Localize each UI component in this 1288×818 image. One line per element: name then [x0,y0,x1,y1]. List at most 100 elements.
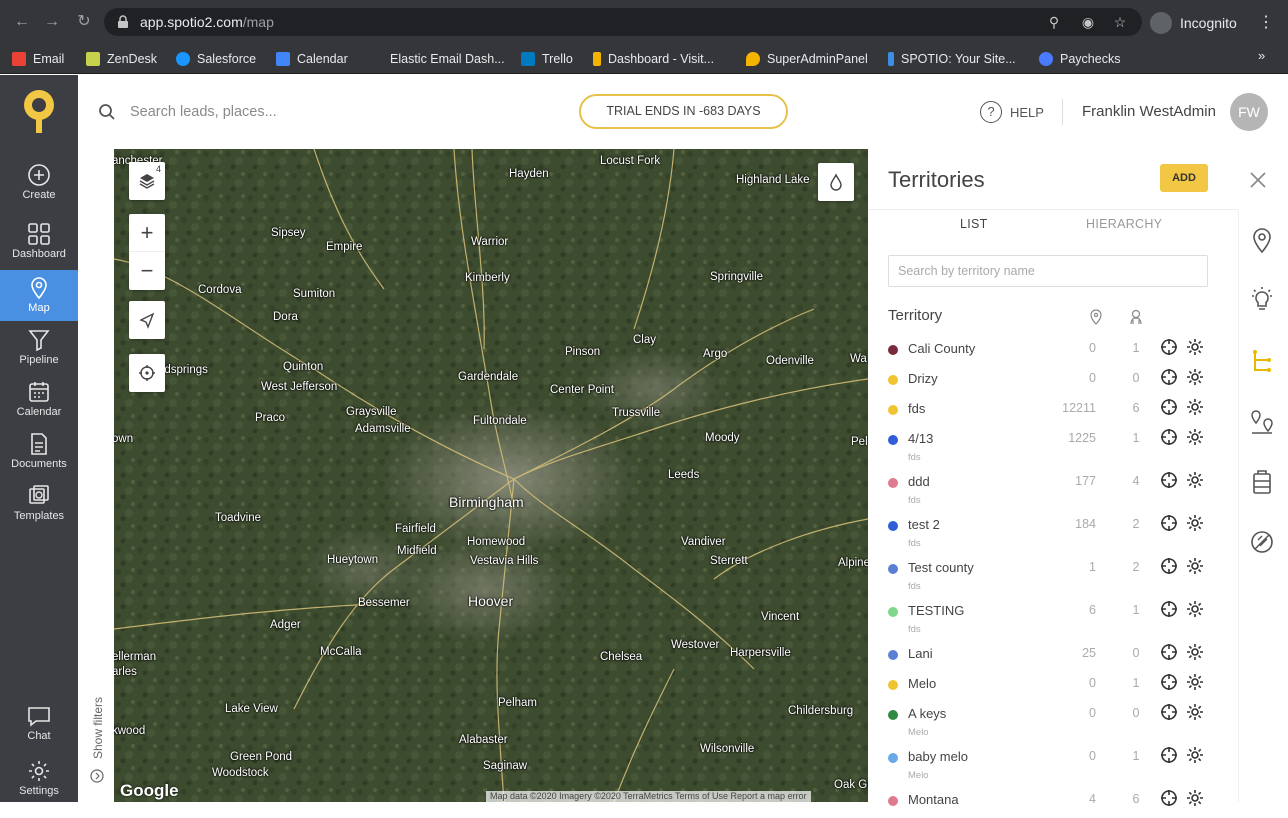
bookmark-dashboard[interactable]: Dashboard - Visit... [593,48,714,70]
locate-territory-icon[interactable] [1159,337,1179,357]
close-icon[interactable] [1246,168,1270,192]
territory-settings-icon[interactable] [1185,788,1205,808]
map-attribution[interactable]: Map data ©2020 Imagery ©2020 TerraMetric… [486,791,811,802]
territory-row[interactable]: ddd fds 177 4 [868,470,1238,506]
locate-territory-icon[interactable] [1159,470,1179,490]
show-filters-strip[interactable]: Show filters [79,149,114,802]
territory-user-count: 1 [1132,341,1140,355]
territory-row[interactable]: Lani 25 0 [868,642,1238,672]
bookmark-zendesk[interactable]: ZenDesk [86,48,157,70]
zoom-in-button[interactable]: + [129,214,165,252]
territory-settings-icon[interactable] [1185,367,1205,387]
reload-icon[interactable]: ↻ [74,12,94,32]
key-icon[interactable]: ⚲ [1046,14,1062,30]
nav-create[interactable]: Create [0,159,78,211]
nav-settings[interactable]: Settings [0,755,78,807]
locate-territory-icon[interactable] [1159,397,1179,417]
help-button[interactable]: ? HELP [980,101,1044,123]
territory-row[interactable]: A keys Melo 0 0 [868,702,1238,738]
locate-territory-icon[interactable] [1159,427,1179,447]
spotio-logo-icon[interactable] [22,89,56,135]
bookmark-elastic[interactable]: Elastic Email Dash... [390,48,505,70]
locate-territory-icon[interactable] [1159,672,1179,692]
territory-settings-icon[interactable] [1185,642,1205,662]
territory-row[interactable]: baby melo Melo 0 1 [868,745,1238,781]
map-label: Sumiton [293,288,336,300]
territory-search-input[interactable] [888,255,1208,287]
territory-row[interactable]: TESTING fds 6 1 [868,599,1238,635]
heatmap-button[interactable] [818,163,854,201]
territory-name: Melo [908,676,937,691]
location-pin-icon[interactable] [1248,226,1276,254]
territory-settings-icon[interactable] [1185,427,1205,447]
locate-territory-icon[interactable] [1159,702,1179,722]
browser-menu-icon[interactable]: ⋮ [1258,12,1274,32]
bookmark-trello[interactable]: Trello [521,48,573,70]
nav-templates[interactable]: Templates [0,480,78,532]
nav-map[interactable]: Map [0,270,78,321]
territory-row[interactable]: Montana 4 6 [868,788,1238,818]
territory-settings-icon[interactable] [1185,470,1205,490]
hierarchy-icon[interactable] [1248,348,1276,376]
back-icon[interactable]: ← [12,12,32,32]
zendesk-icon [86,52,100,66]
clipboard-stack-icon[interactable] [1248,468,1276,496]
territory-settings-icon[interactable] [1185,556,1205,576]
user-name[interactable]: Franklin WestAdmin [1082,103,1216,120]
locate-territory-icon[interactable] [1159,556,1179,576]
locate-territory-icon[interactable] [1159,788,1179,808]
territory-settings-icon[interactable] [1185,397,1205,417]
no-sign-icon[interactable] [1248,528,1276,556]
locate-territory-icon[interactable] [1159,513,1179,533]
territory-row[interactable]: test 2 fds 184 2 [868,513,1238,549]
global-search-input[interactable] [130,101,430,123]
territory-settings-icon[interactable] [1185,513,1205,533]
bookmark-email[interactable]: Email [12,48,64,70]
territory-settings-icon[interactable] [1185,745,1205,765]
nav-calendar[interactable]: Calendar [0,376,78,428]
nav-dashboard[interactable]: Dashboard [0,218,78,270]
add-territory-button[interactable]: ADD [1160,164,1208,192]
territory-settings-icon[interactable] [1185,337,1205,357]
territory-row[interactable]: 4/13 fds 1225 1 [868,427,1238,463]
nav-pipeline[interactable]: Pipeline [0,324,78,376]
bookmark-calendar[interactable]: Calendar [276,48,348,70]
territory-settings-icon[interactable] [1185,702,1205,722]
trial-badge[interactable]: TRIAL ENDS IN -683 DAYS [579,94,788,129]
territory-row[interactable]: Cali County 0 1 [868,337,1238,367]
locate-me-button[interactable] [129,354,165,392]
locate-territory-icon[interactable] [1159,745,1179,765]
tab-hierarchy[interactable]: HIERARCHY [1086,217,1162,231]
bookmark-superadmin[interactable]: SuperAdminPanel [746,48,868,70]
territory-row[interactable]: Drizy 0 0 [868,367,1238,397]
chevron-right-circle-icon[interactable] [90,769,104,783]
territory-row[interactable]: fds 12211 6 [868,397,1238,427]
territory-settings-icon[interactable] [1185,599,1205,619]
nav-documents[interactable]: Documents [0,428,78,480]
route-pins-icon[interactable] [1248,408,1276,436]
incognito-badge[interactable]: Incognito [1150,11,1237,35]
tab-list[interactable]: LIST [960,217,988,231]
bookmark-spotio[interactable]: SPOTIO: Your Site... [888,48,1016,70]
zoom-out-button[interactable]: − [129,252,165,290]
bookmarks-overflow-icon[interactable]: » [1258,48,1265,63]
bookmark-paychecks[interactable]: Paychecks [1039,48,1120,70]
lightbulb-icon[interactable] [1248,286,1276,314]
avatar[interactable]: FW [1230,93,1268,131]
star-icon[interactable]: ☆ [1112,14,1128,30]
address-bar[interactable]: app.spotio2.com/map ⚲ ◉ ☆ [104,8,1142,36]
nav-chat[interactable]: Chat [0,700,78,752]
forward-icon[interactable]: → [42,12,62,32]
territory-row[interactable]: Melo 0 1 [868,672,1238,702]
territory-settings-icon[interactable] [1185,672,1205,692]
map-canvas[interactable]: anchester Locust Fork Hayden Highland La… [114,149,868,802]
locate-territory-icon[interactable] [1159,367,1179,387]
locate-territory-icon[interactable] [1159,599,1179,619]
draw-territory-button[interactable] [129,301,165,339]
territory-row[interactable]: Test county fds 1 2 [868,556,1238,592]
layers-button[interactable]: 4 [129,162,165,200]
eye-off-icon[interactable]: ◉ [1080,14,1096,30]
bookmark-salesforce[interactable]: Salesforce [176,48,256,70]
locate-territory-icon[interactable] [1159,642,1179,662]
show-filters-label[interactable]: Show filters [91,697,105,759]
